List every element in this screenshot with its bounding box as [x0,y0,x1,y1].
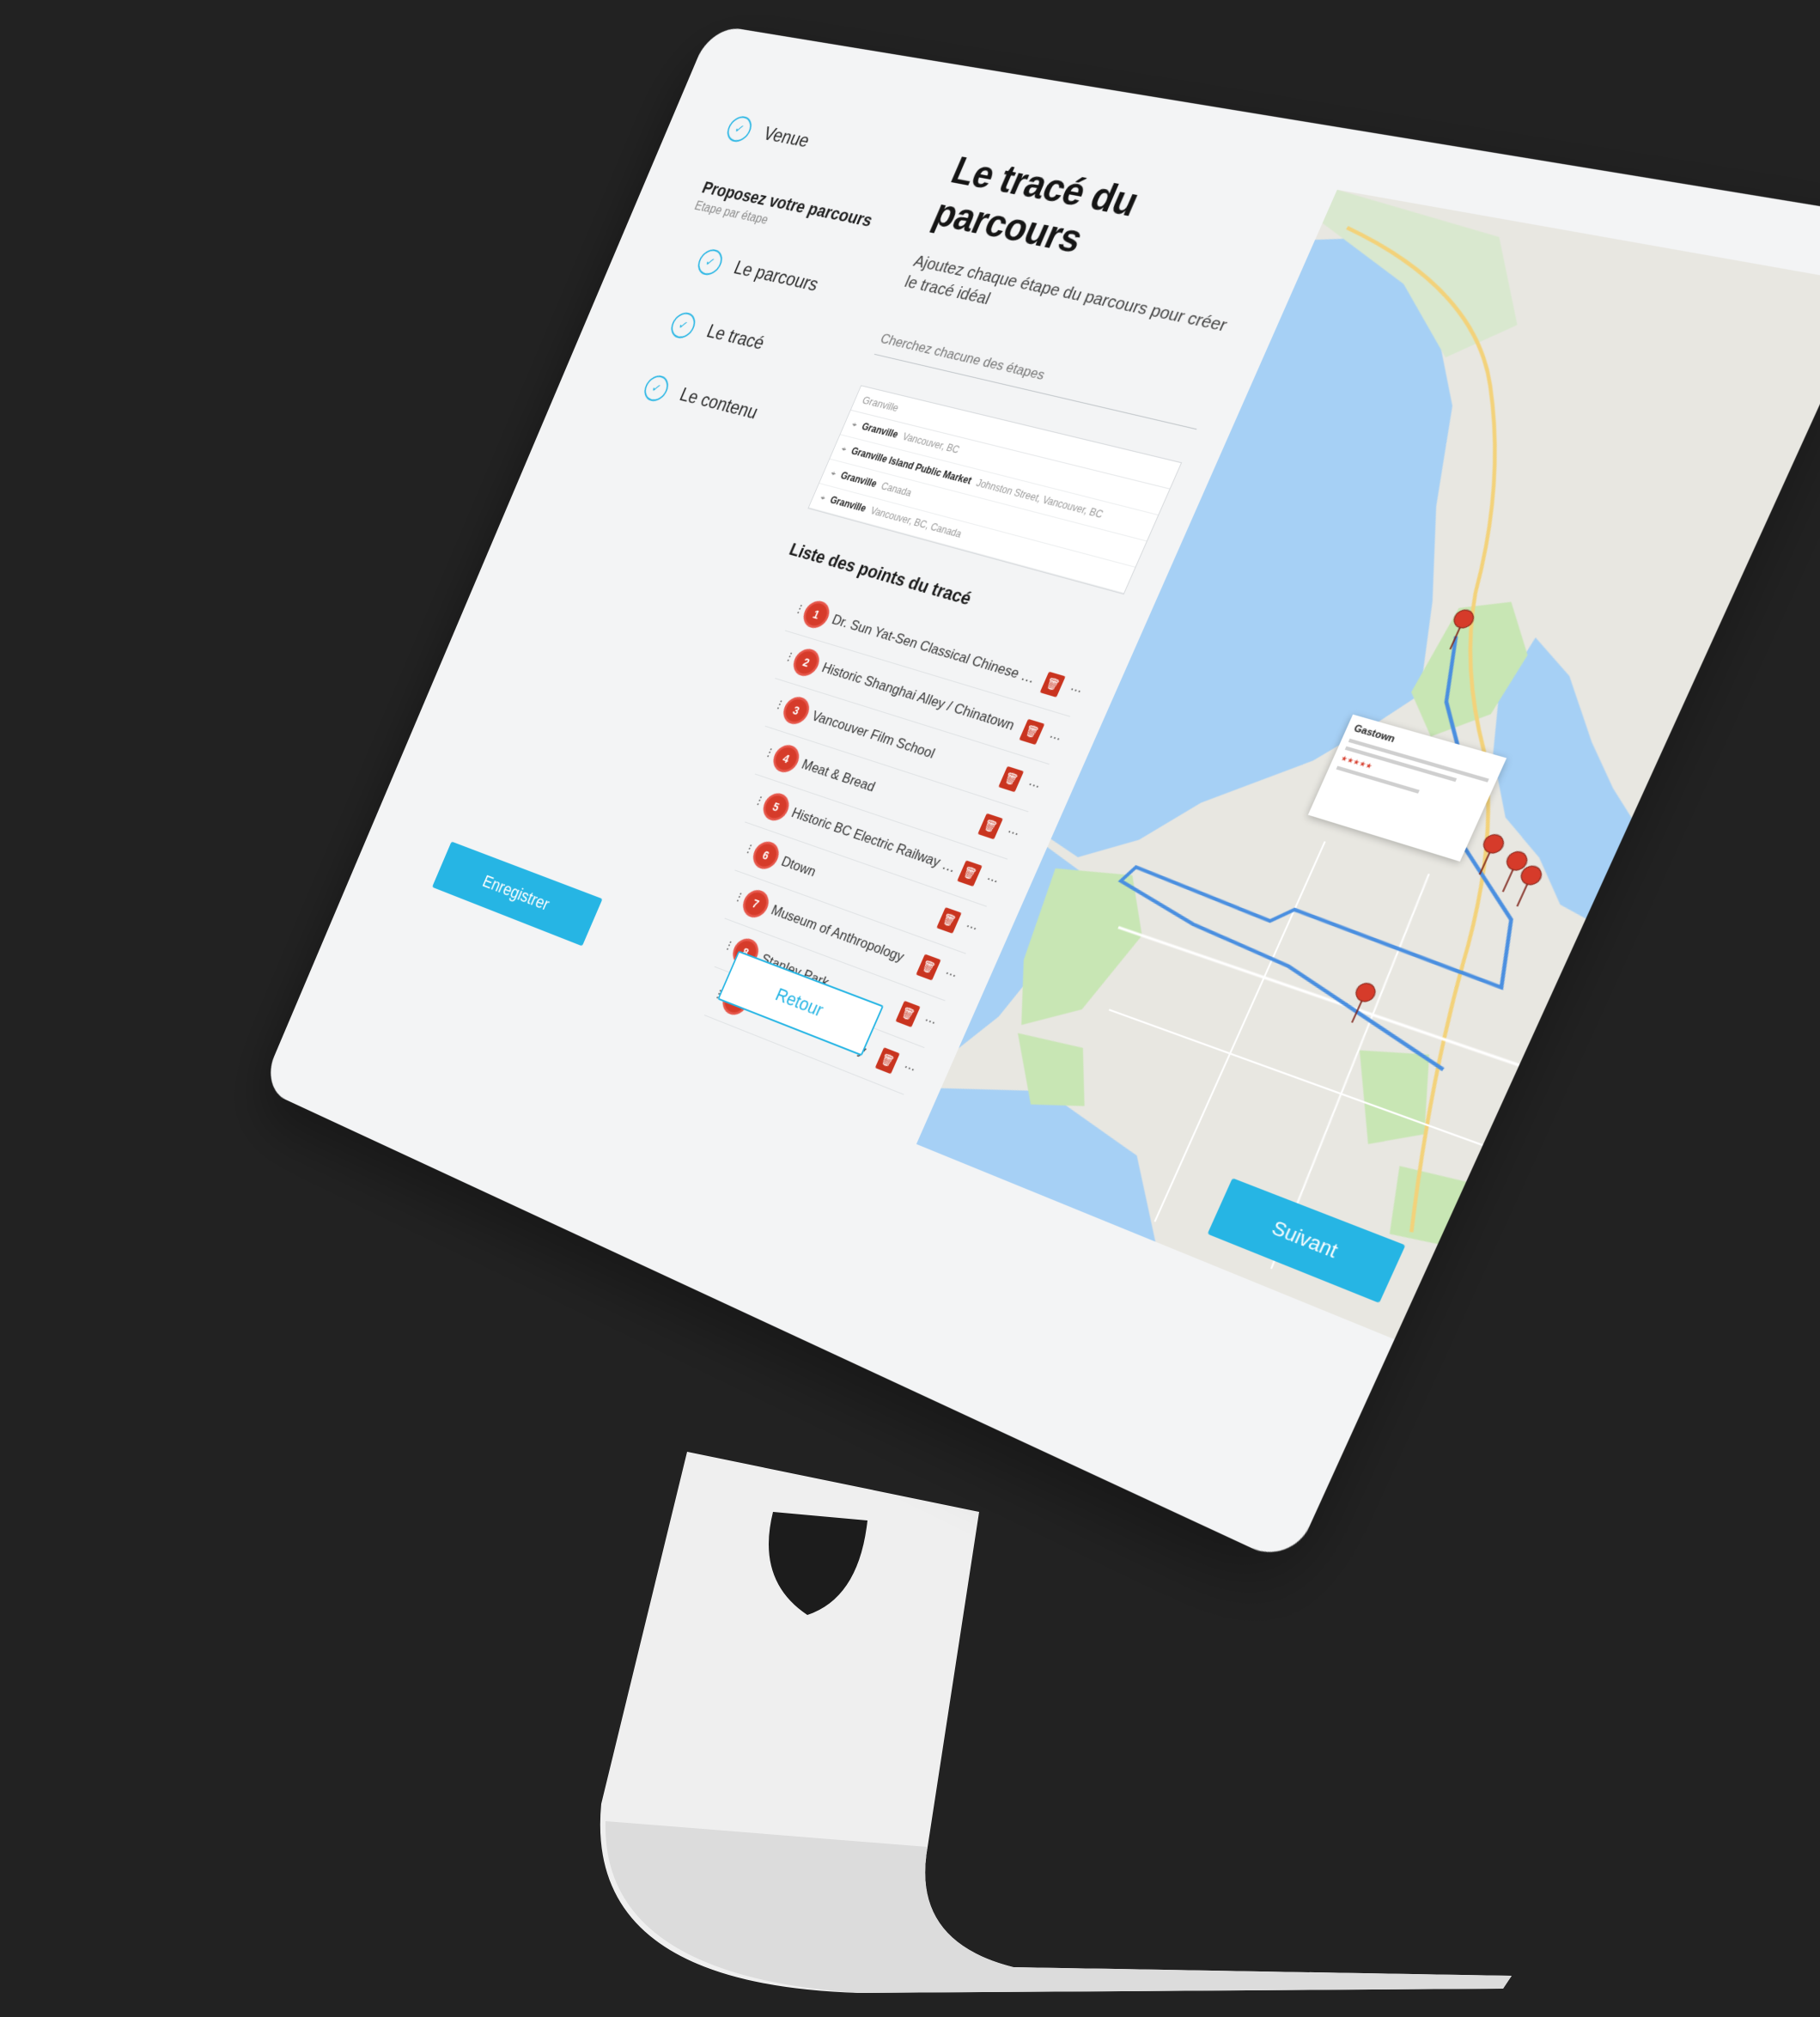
pin-icon: ⌖ [819,493,827,504]
check-circle-icon: ✓ [667,310,699,340]
more-icon[interactable]: ⋯ [963,919,979,936]
more-icon[interactable]: ⋯ [922,1014,938,1031]
sidebar-step-label: Le parcours [730,258,821,296]
check-circle-icon: ✓ [694,247,726,277]
pin-icon: ⌖ [829,468,837,479]
monitor-screen: ✓ Venue Proposez votre parcours Etape pa… [261,24,1820,1566]
sidebar-step-label: Le contenu [676,384,761,424]
sidebar-step-label: Le tracé [703,321,768,356]
autocomplete-item-main: Granville [839,469,879,489]
check-circle-icon: ✓ [641,374,673,404]
sidebar-step-label: Venue [760,124,813,153]
sidebar-step-venue[interactable]: ✓ Venue [723,114,932,177]
sidebar-step-trace[interactable]: ✓ Le tracé [667,310,847,375]
more-icon[interactable]: ⋯ [1026,777,1042,795]
sidebar-step-contenu[interactable]: ✓ Le contenu [641,374,819,442]
save-button[interactable]: Enregistrer [432,842,602,947]
more-icon[interactable]: ⋯ [942,966,959,984]
pin-icon: ⌖ [850,419,859,430]
more-icon[interactable]: ⋯ [1005,825,1021,842]
app-ui: ✓ Venue Proposez votre parcours Etape pa… [340,85,1795,1448]
more-icon[interactable]: ⋯ [1046,730,1062,747]
more-icon[interactable]: ⋯ [1067,682,1083,699]
autocomplete-item-sub: Canada [880,480,914,499]
check-circle-icon: ✓ [723,114,755,143]
autocomplete-item-main: Granville [829,494,868,514]
more-icon[interactable]: ⋯ [983,872,1000,889]
more-icon[interactable]: ⋯ [901,1060,917,1077]
autocomplete-item-main: Granville [860,420,900,440]
sidebar-step-parcours[interactable]: ✓ Le parcours [694,247,874,310]
pin-icon: ⌖ [839,444,848,455]
